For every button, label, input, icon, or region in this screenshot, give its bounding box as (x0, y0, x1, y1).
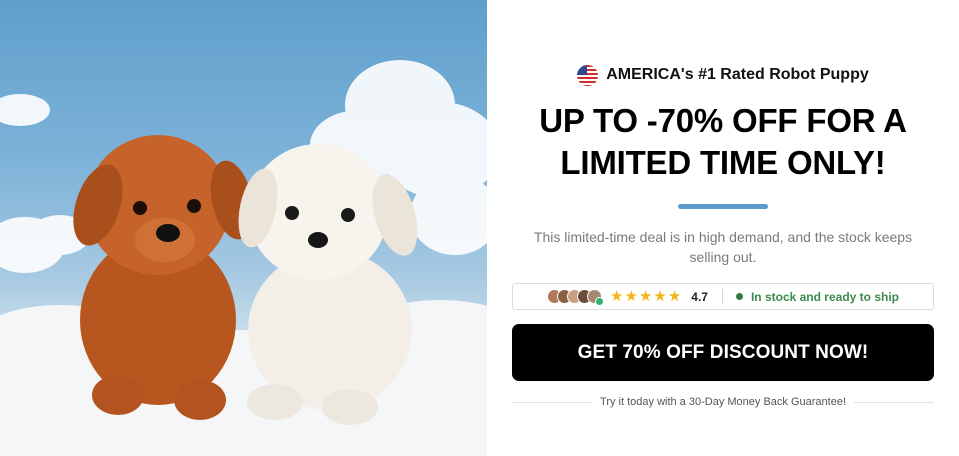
trust-bar: ★ ★ ★ ★ ★ 4.7 In stock and ready to ship (512, 283, 934, 310)
stock-text: In stock and ready to ship (750, 289, 899, 304)
offer-description: This limited-time deal is in high demand… (533, 229, 913, 265)
star-icon: ★ (653, 288, 667, 305)
star-icon: ★ (624, 288, 638, 305)
puppies-illustration (0, 60, 487, 456)
rating-value: 4.7 (691, 289, 708, 304)
star-icon: ★ (638, 288, 653, 305)
page-title: UP TO -70% OFF FOR A LIMITED TIME ONLY! (539, 102, 907, 181)
divider (854, 401, 935, 403)
divider (512, 401, 593, 403)
star-rating: ★ ★ ★ ★ ★ (610, 289, 681, 304)
avatar (587, 289, 604, 306)
us-flag-icon (577, 64, 599, 86)
guarantee-text: Try it today with a 30-Day Money Back Gu… (600, 396, 846, 408)
status-dot-icon (735, 293, 743, 300)
discount-cta-button[interactable]: GET 70% OFF DISCOUNT NOW! (512, 324, 934, 381)
guarantee-note: Try it today with a 30-Day Money Back Gu… (512, 396, 935, 408)
star-icon: ★ (667, 288, 682, 305)
eyebrow-text: AMERICA's #1 Rated Robot Puppy (606, 66, 869, 83)
accent-divider (678, 204, 768, 209)
hero-image (0, 0, 487, 456)
eyebrow: AMERICA's #1 Rated Robot Puppy (577, 64, 869, 86)
star-icon: ★ (610, 288, 624, 305)
offer-panel: AMERICA's #1 Rated Robot Puppy UP TO -70… (487, 0, 959, 456)
customer-avatars (547, 289, 604, 306)
divider (721, 289, 723, 304)
stock-status: In stock and ready to ship (735, 289, 899, 304)
